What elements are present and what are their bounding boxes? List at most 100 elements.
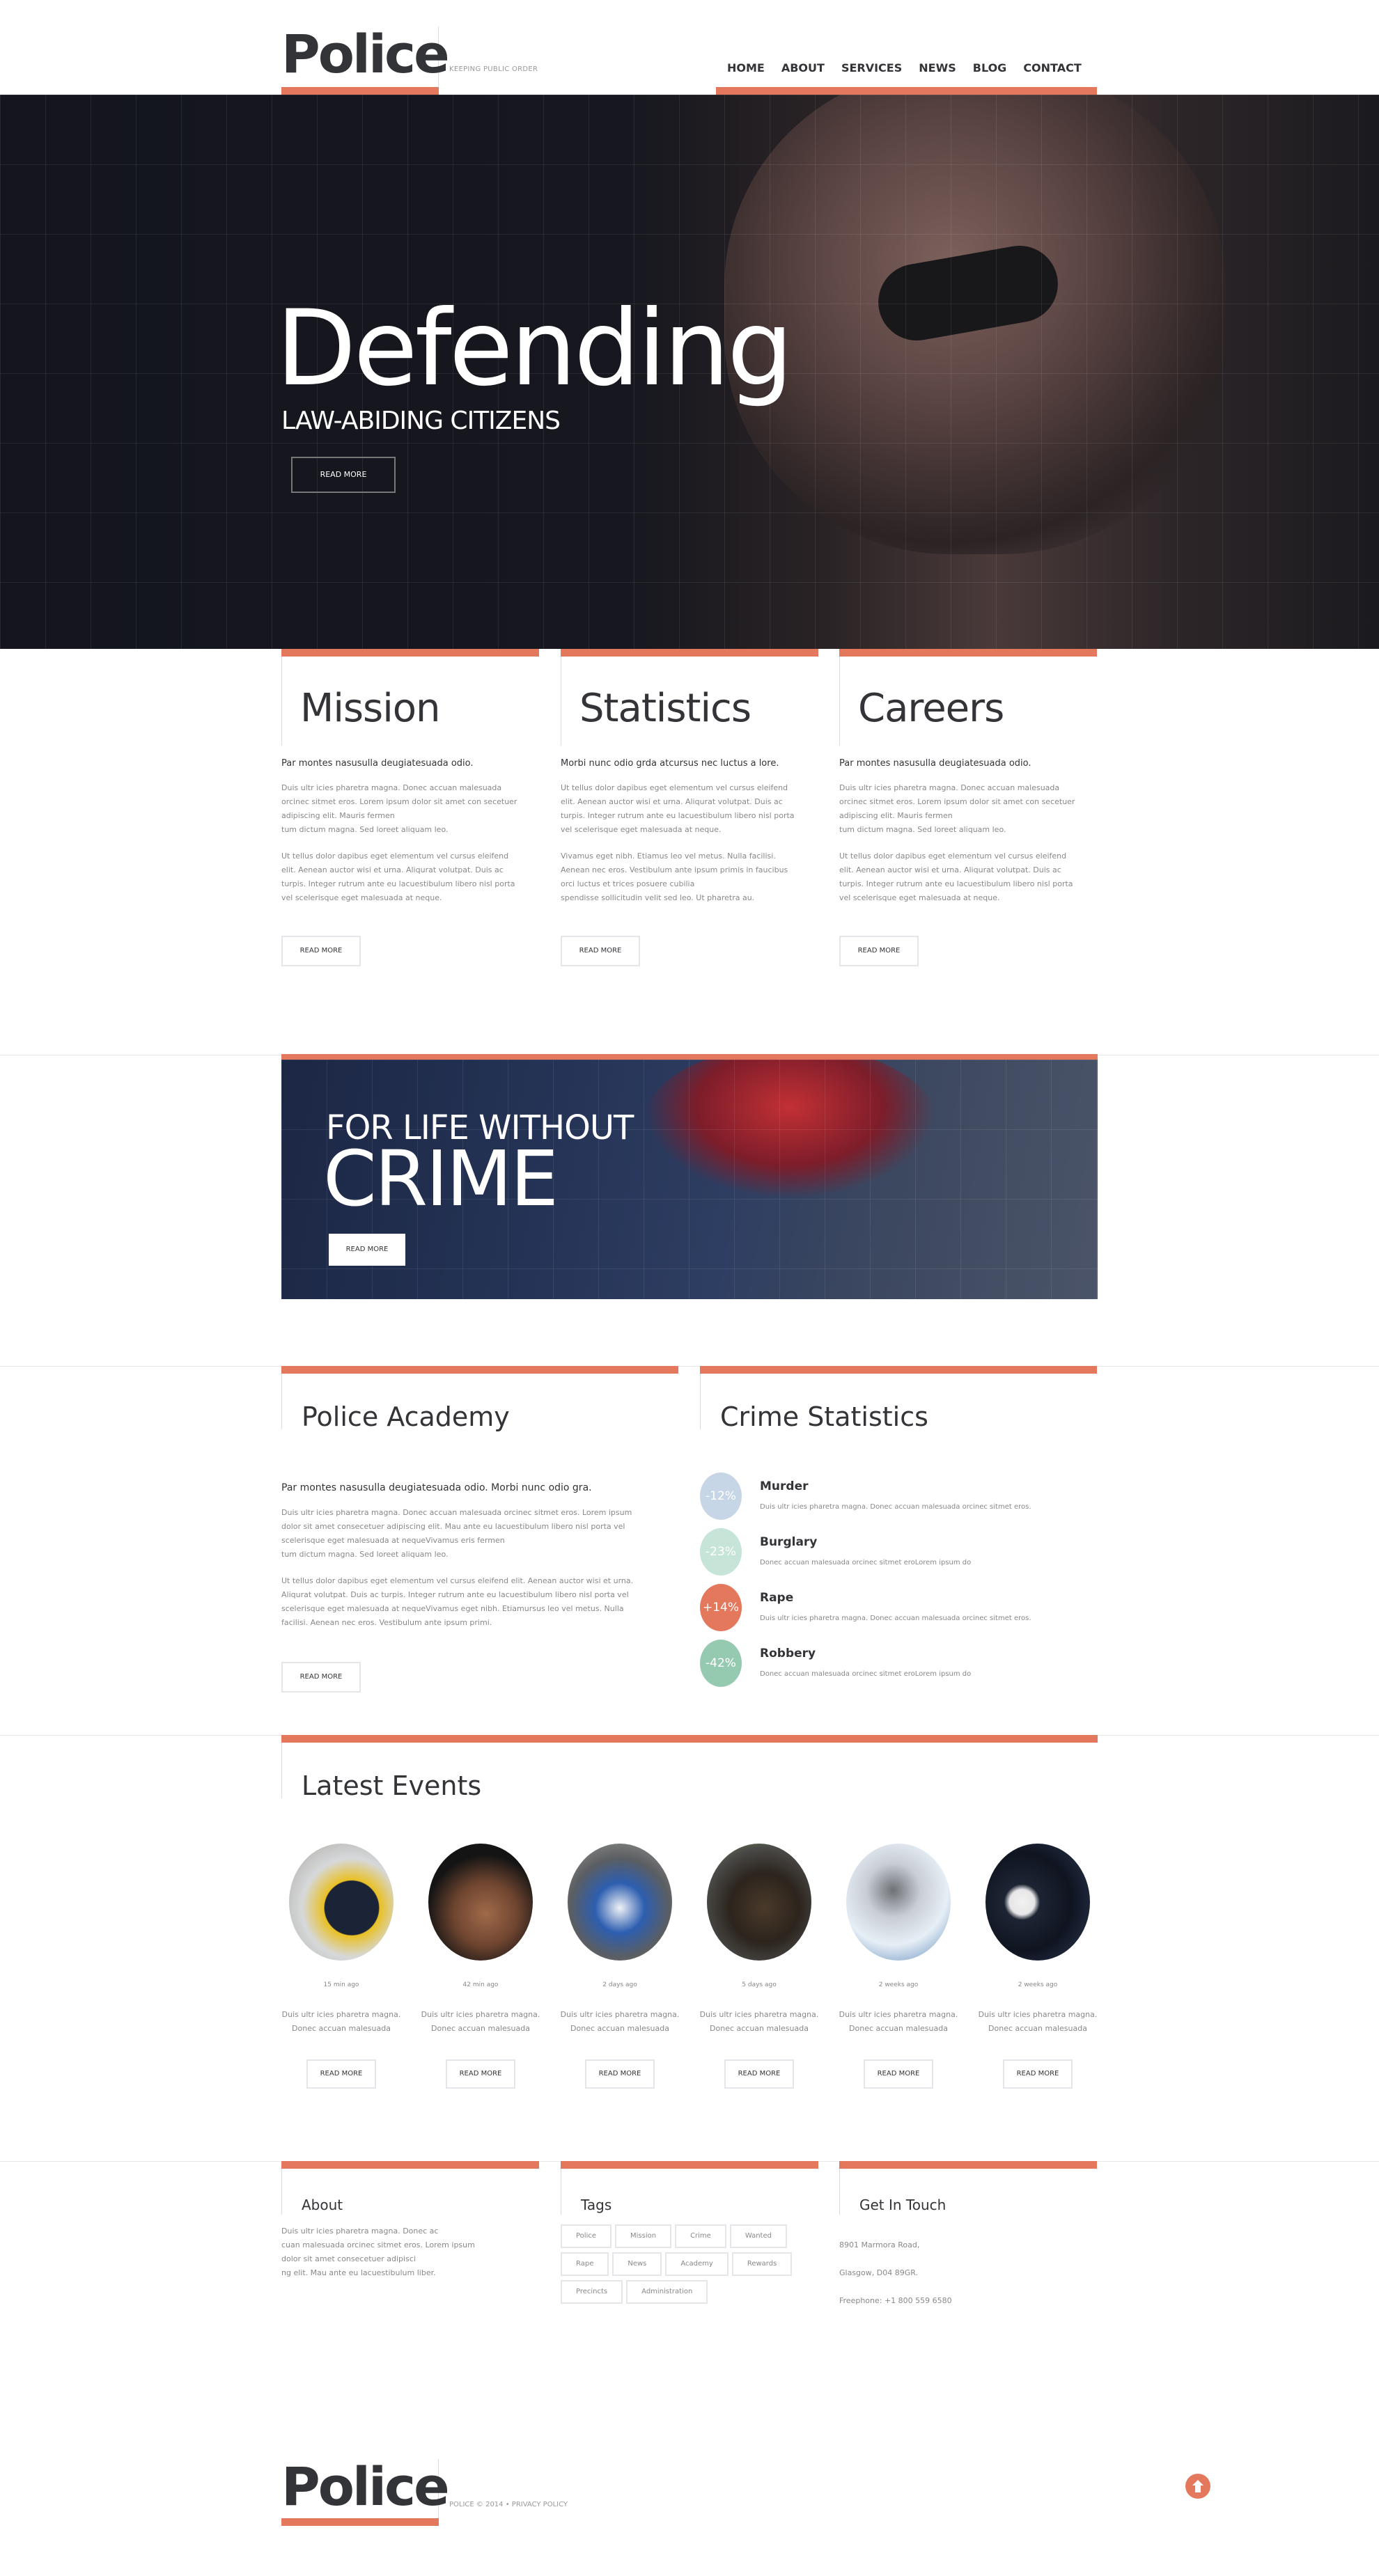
event-desc: Duis ultr icies pharetra magna. Donec acc… — [978, 2008, 1098, 2036]
event-desc: Duis ultr icies pharetra magna. Donec acc… — [699, 2008, 819, 2036]
stat-desc: Duis ultr icies pharetra magna. Donec ac… — [760, 1503, 1031, 1511]
event-desc-line: Duis ultr icies pharetra magna. — [281, 2010, 401, 2019]
tag-academy[interactable]: Academy — [665, 2252, 729, 2276]
footer-accent-bar — [281, 2161, 539, 2169]
police-dog-image[interactable] — [707, 1844, 811, 1961]
footer-contact: Get In Touch 8901 Marmora Road, Glasgow,… — [839, 2161, 1097, 2322]
tag-mission[interactable]: Mission — [615, 2224, 672, 2248]
academy-body: Ut tellus dolor dapibus eget elementum v… — [281, 1576, 634, 1627]
section-accent-bar — [281, 1366, 678, 1374]
tag-precincts[interactable]: Precincts — [561, 2280, 623, 2304]
column-body: Vivamus eget nibh. Etiamus leo vel metus… — [561, 851, 788, 902]
crime-banner: FOR LIFE WITHOUT CRIME READ MORE — [281, 1054, 1098, 1299]
tag-administration[interactable]: Administration — [626, 2280, 708, 2304]
stat-percent-badge: -42% — [700, 1640, 742, 1687]
tag-rewards[interactable]: Rewards — [731, 2252, 793, 2276]
crime-stat-list: -12% Murder Duis ultr icies pharetra mag… — [700, 1472, 1097, 1695]
section-accent-bar — [281, 1735, 1098, 1743]
footer-accent-bar — [561, 2161, 818, 2169]
event-card: 2 weeks ago Duis ultr icies pharetra mag… — [839, 1844, 958, 2089]
column-lead: Par montes nasusulla deugiatesuada odio. — [281, 758, 474, 769]
security-camera-image[interactable] — [846, 1844, 951, 1961]
column-body: Ut tellus dolor dapibus eget elementum v… — [281, 851, 515, 902]
nav-home[interactable]: HOME — [716, 60, 773, 77]
helicopter-image[interactable] — [289, 1844, 394, 1961]
mission-read-more-button[interactable]: READ MORE — [281, 936, 361, 966]
stat-name: Murder — [760, 1479, 809, 1493]
banner-read-more-button[interactable]: READ MORE — [329, 1234, 405, 1266]
careers-read-more-button[interactable]: READ MORE — [839, 936, 919, 966]
academy-body: Duis ultr icies pharetra magna. Donec ac… — [281, 1508, 632, 1559]
column-title: Mission — [281, 657, 539, 746]
back-to-top-button[interactable] — [1185, 2474, 1210, 2499]
banner-accent-bar — [281, 1054, 1098, 1060]
column-body: Duis ultr icies pharetra magna. Donec ac… — [281, 783, 517, 834]
site-header: Police KEEPING PUBLIC ORDER HOME ABOUT S… — [0, 0, 1379, 102]
hero-subtitle: LAW-ABIDING CITIZENS — [281, 407, 561, 435]
stat-desc: Donec accuan malesuada orcinec sitmet er… — [760, 1559, 972, 1566]
footer-accent-bar — [839, 2161, 1097, 2169]
tag-rape[interactable]: Rape — [561, 2252, 609, 2276]
column-accent-bar — [839, 649, 1097, 657]
academy-read-more-button[interactable]: READ MORE — [281, 1662, 361, 1693]
tag-wanted[interactable]: Wanted — [729, 2224, 787, 2248]
event-card: 15 min ago Duis ultr icies pharetra magn… — [281, 1844, 401, 2089]
event-card: 2 days ago Duis ultr icies pharetra magn… — [560, 1844, 680, 2089]
crime-stat-item: -23% Burglary Donec accuan malesuada orc… — [700, 1528, 1097, 1584]
event-desc-line: Donec accuan malesuada — [431, 2024, 530, 2033]
event-desc-line: Duis ultr icies pharetra magna. — [839, 2010, 958, 2019]
event-card: 5 days ago Duis ultr icies pharetra magn… — [699, 1844, 819, 2089]
event-read-more-button[interactable]: READ MORE — [1003, 2059, 1073, 2089]
tag-news[interactable]: News — [612, 2252, 662, 2276]
mission-column: Mission Par montes nasusulla deugiatesua… — [281, 649, 539, 966]
nav-contact[interactable]: CONTACT — [1015, 60, 1089, 77]
section-accent-bar — [700, 1366, 1097, 1374]
event-read-more-button[interactable]: READ MORE — [864, 2059, 933, 2089]
logo[interactable]: Police — [281, 26, 450, 95]
column-body: Duis ultr icies pharetra magna. Donec ac… — [839, 783, 1075, 834]
event-desc-line: Duis ultr icies pharetra magna. — [978, 2010, 1098, 2019]
stat-percent-badge: +14% — [700, 1584, 742, 1631]
footer-logo[interactable]: Police — [281, 2459, 450, 2526]
footer-logo-text: Police — [281, 2456, 450, 2518]
hero-read-more-button[interactable]: READ MORE — [291, 457, 396, 493]
event-desc: Duis ultr icies pharetra magna. Donec acc… — [281, 2008, 401, 2036]
event-time: 2 weeks ago — [1018, 1981, 1058, 1988]
footer-tags: Tags Police Mission Crime Wanted Rape Ne… — [561, 2161, 818, 2304]
event-desc-line: Donec accuan malesuada — [988, 2024, 1087, 2033]
stat-percent-badge: -12% — [700, 1472, 742, 1520]
column-accent-bar — [281, 649, 539, 657]
crime-statistics-section: Crime Statistics -12% Murder Duis ultr i… — [700, 1366, 1097, 1695]
column-lead: Par montes nasusulla deugiatesuada odio. — [839, 758, 1031, 769]
main-nav: HOME ABOUT SERVICES NEWS BLOG CONTACT — [716, 60, 1097, 102]
event-read-more-button[interactable]: READ MORE — [585, 2059, 655, 2089]
privacy-policy-link[interactable]: PRIVACY POLICY — [512, 2501, 568, 2508]
event-time: 5 days ago — [742, 1981, 777, 1988]
riot-police-image[interactable] — [985, 1844, 1090, 1961]
event-read-more-button[interactable]: READ MORE — [724, 2059, 794, 2089]
column-lead: Morbi nunc odio grda atcursus nec luctus… — [561, 758, 779, 769]
tagline: KEEPING PUBLIC ORDER — [449, 65, 538, 73]
logo-text: Police — [281, 23, 450, 85]
event-desc-line: Donec accuan malesuada — [710, 2024, 809, 2033]
nav-accent-bar — [716, 87, 1097, 95]
event-read-more-button[interactable]: READ MORE — [446, 2059, 515, 2089]
footer-logo-accent-bar — [281, 2518, 439, 2526]
contact-phone[interactable]: Freephone: +1 800 559 6580 — [839, 2294, 1097, 2308]
nav-about[interactable]: ABOUT — [773, 60, 833, 77]
police-academy-section: Police Academy Par montes nasusulla deug… — [281, 1366, 678, 1693]
event-desc-line: Donec accuan malesuada — [849, 2024, 948, 2033]
stat-name: Rape — [760, 1591, 794, 1605]
nav-services[interactable]: SERVICES — [833, 60, 910, 77]
nav-news[interactable]: NEWS — [910, 60, 965, 77]
section-title: Police Academy — [281, 1374, 678, 1432]
nav-blog[interactable]: BLOG — [965, 60, 1015, 77]
handcuffs-image[interactable] — [428, 1844, 533, 1961]
event-read-more-button[interactable]: READ MORE — [306, 2059, 376, 2089]
motorcycles-image[interactable] — [568, 1844, 672, 1961]
tag-crime[interactable]: Crime — [675, 2224, 726, 2248]
crime-stat-item: -12% Murder Duis ultr icies pharetra mag… — [700, 1472, 1097, 1528]
statistics-read-more-button[interactable]: READ MORE — [561, 936, 640, 966]
stat-percent-badge: -23% — [700, 1528, 742, 1576]
tag-police[interactable]: Police — [561, 2224, 611, 2248]
